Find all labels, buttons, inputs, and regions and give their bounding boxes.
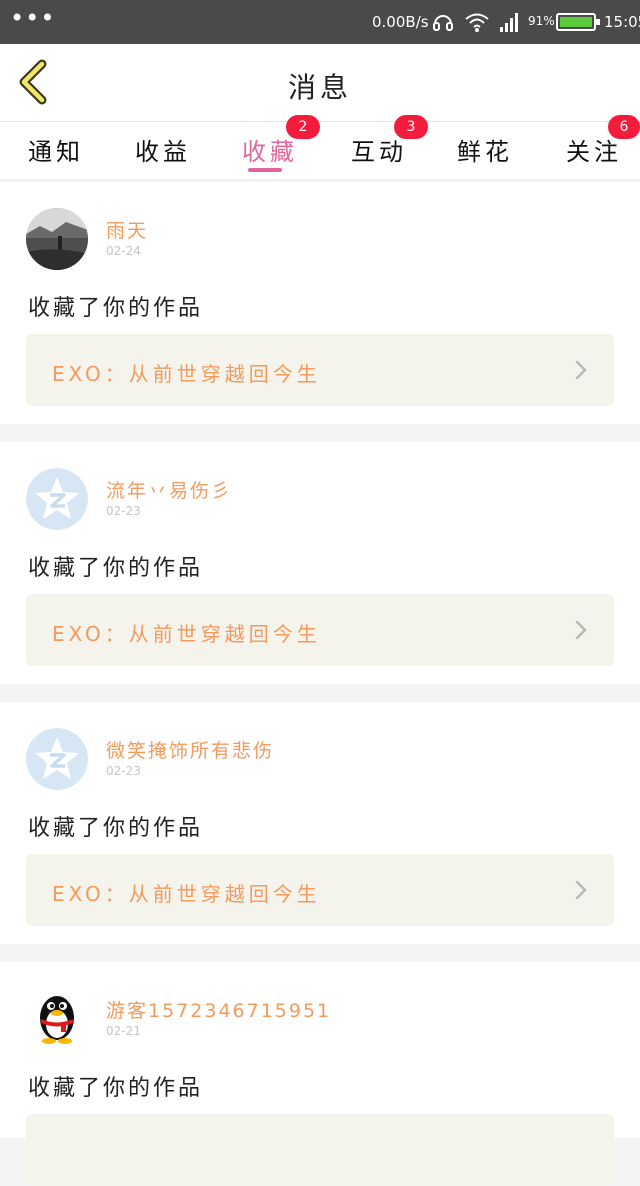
status-bar: ••• 0.00B/s 91% 15:05 [0,0,640,44]
signal-icon [500,13,518,32]
message-card: 游客1572346715951 02-21 收藏了你的作品 [0,962,640,1186]
network-speed: 0.00B/s [372,13,429,31]
favorites-badge: 2 [286,115,320,139]
avatar[interactable] [26,468,88,530]
interactions-badge: 3 [394,115,428,139]
message-action: 收藏了你的作品 [28,1076,204,1101]
tab-notifications[interactable]: 通知 [28,132,84,167]
nav-bar: 消息 [0,44,640,122]
page-title: 消息 [287,71,352,104]
username[interactable]: 微笑掩饰所有悲伤 [106,736,274,763]
chevron-right-icon [575,880,587,900]
username[interactable]: 游客1572346715951 [106,996,331,1023]
username[interactable]: 雨天 [106,216,148,243]
work-link[interactable]: EXO：从前世穿越回今生 [26,594,614,666]
wifi-icon [465,13,489,32]
chevron-right-icon [575,620,587,640]
tab-favorites[interactable]: 收藏 [242,132,298,167]
clock: 15:05 [604,13,640,31]
message-card: 雨天 02-24 收藏了你的作品 EXO：从前世穿越回今生 [0,182,640,424]
tab-flowers[interactable]: 鲜花 [457,132,513,167]
message-date: 02-23 [106,764,141,778]
message-date: 02-21 [106,1024,141,1038]
tab-bar: 通知 收益 收藏 互动 鲜花 关注 [0,122,640,180]
avatar[interactable] [26,728,88,790]
headphones-icon [433,15,453,31]
battery-icon [556,13,600,31]
notification-dots: ••• [10,4,56,32]
tab-interactions[interactable]: 互动 [351,132,407,167]
work-title: EXO：从前世穿越回今生 [52,622,321,646]
message-date: 02-23 [106,504,141,518]
work-title: EXO：从前世穿越回今生 [52,882,321,906]
message-action: 收藏了你的作品 [28,296,204,321]
active-tab-indicator [248,168,282,172]
work-link[interactable]: EXO：从前世穿越回今生 [26,854,614,926]
message-action: 收藏了你的作品 [28,816,204,841]
avatar[interactable] [26,208,88,270]
work-link[interactable]: EXO：从前世穿越回今生 [26,334,614,406]
tab-earnings[interactable]: 收益 [135,132,191,167]
avatar[interactable] [26,988,88,1050]
work-link[interactable] [26,1114,614,1186]
battery-percent: 91% [528,14,555,28]
chevron-right-icon [575,360,587,380]
message-action: 收藏了你的作品 [28,556,204,581]
message-card: 微笑掩饰所有悲伤 02-23 收藏了你的作品 EXO：从前世穿越回今生 [0,702,640,944]
work-title: EXO：从前世穿越回今生 [52,362,321,386]
following-badge: 6 [608,115,640,139]
message-card: 流年丷易伤彡 02-23 收藏了你的作品 EXO：从前世穿越回今生 [0,442,640,684]
username[interactable]: 流年丷易伤彡 [106,476,232,503]
message-date: 02-24 [106,244,141,258]
